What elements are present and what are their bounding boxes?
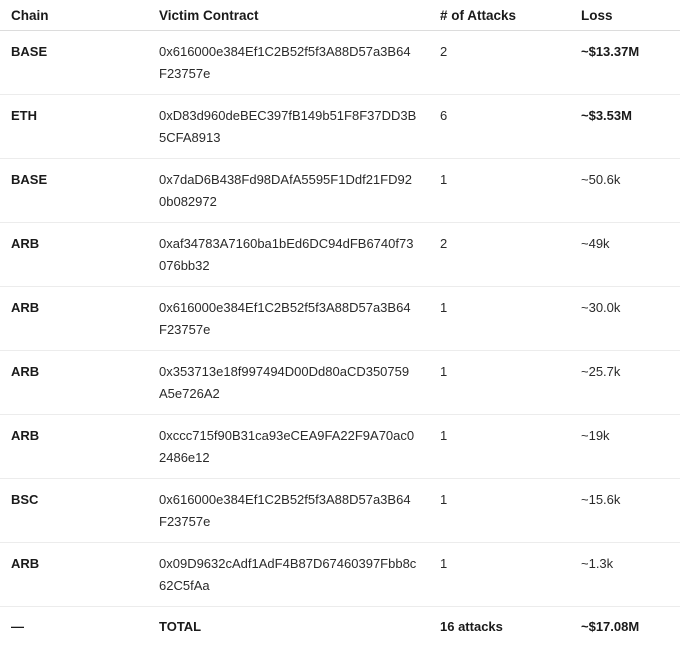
loss-cell: ~19k [570, 414, 680, 479]
header-row: Chain Victim Contract # of Attacks Loss [0, 0, 680, 31]
table-body: BASE 0x616000e384Ef1C2B52f5f3A88D57a3B64… [0, 30, 680, 648]
loss-cell: ~49k [570, 222, 680, 287]
chain-cell: BSC [0, 478, 148, 543]
header-attack-count: # of Attacks [429, 0, 570, 31]
loss-cell: ~30.0k [570, 286, 680, 351]
table-row: ARB 0x616000e384Ef1C2B52f5f3A88D57a3B64F… [0, 286, 680, 351]
total-row: — TOTAL 16 attacks ~$17.08M [0, 607, 680, 648]
chain-cell: ARB [0, 414, 148, 479]
attacks-table: Chain Victim Contract # of Attacks Loss … [0, 0, 680, 647]
contract-cell: 0xccc715f90B31ca93eCEA9FA22F9A70ac02486e… [148, 414, 429, 479]
attack-count-cell: 2 [429, 30, 570, 95]
contract-cell: 0x616000e384Ef1C2B52f5f3A88D57a3B64F2375… [148, 478, 429, 543]
attack-count-cell: 6 [429, 94, 570, 159]
chain-cell: BASE [0, 158, 148, 223]
loss-cell: ~$3.53M [570, 94, 680, 159]
table-row: BASE 0x7daD6B438Fd98DAfA5595F1Ddf21FD920… [0, 158, 680, 223]
contract-cell: 0x616000e384Ef1C2B52f5f3A88D57a3B64F2375… [148, 286, 429, 351]
total-loss-cell: ~$17.08M [581, 619, 640, 634]
attack-count-cell: 1 [429, 158, 570, 223]
contract-cell: 0xaf34783A7160ba1bEd6DC94dFB6740f73076bb… [148, 222, 429, 287]
table-row: BSC 0x616000e384Ef1C2B52f5f3A88D57a3B64F… [0, 478, 680, 543]
loss-cell: ~15.6k [570, 478, 680, 543]
table-row: ETH 0xD83d960deBEC397fB149b51F8F37DD3B5C… [0, 94, 680, 159]
attack-count-cell: 1 [429, 286, 570, 351]
contract-cell: 0x09D9632cAdf1AdF4B87D67460397Fbb8c62C5f… [148, 542, 429, 607]
chain-cell: ARB [0, 286, 148, 351]
chain-cell: ARB [0, 350, 148, 415]
loss-cell: ~1.3k [570, 542, 680, 607]
table-row: ARB 0x353713e18f997494D00Dd80aCD350759A5… [0, 350, 680, 415]
contract-cell: 0x616000e384Ef1C2B52f5f3A88D57a3B64F2375… [148, 30, 429, 95]
header-loss: Loss [570, 0, 680, 31]
loss-cell: ~50.6k [570, 158, 680, 223]
chain-cell: ETH [0, 94, 148, 159]
attack-count-cell: 1 [429, 414, 570, 479]
loss-cell: ~$13.37M [570, 30, 680, 95]
table-row: BASE 0x616000e384Ef1C2B52f5f3A88D57a3B64… [0, 30, 680, 95]
total-label-cell: TOTAL [159, 619, 202, 634]
attack-count-cell: 2 [429, 222, 570, 287]
attack-count-cell: 1 [429, 478, 570, 543]
attack-count-cell: 1 [429, 542, 570, 607]
contract-cell: 0x7daD6B438Fd98DAfA5595F1Ddf21FD920b0829… [148, 158, 429, 223]
total-attacks-cell: 16 attacks [440, 619, 503, 634]
contract-cell: 0xD83d960deBEC397fB149b51F8F37DD3B5CFA89… [148, 94, 429, 159]
attack-count-cell: 1 [429, 350, 570, 415]
header-victim-contract: Victim Contract [148, 0, 429, 31]
total-chain-cell: — [11, 619, 24, 634]
loss-cell: ~25.7k [570, 350, 680, 415]
chain-cell: ARB [0, 222, 148, 287]
chain-cell: BASE [0, 30, 148, 95]
table-header: Chain Victim Contract # of Attacks Loss [0, 0, 680, 31]
table-row: ARB 0xccc715f90B31ca93eCEA9FA22F9A70ac02… [0, 414, 680, 479]
header-chain: Chain [0, 0, 148, 31]
table-row: ARB 0x09D9632cAdf1AdF4B87D67460397Fbb8c6… [0, 542, 680, 607]
table-row: ARB 0xaf34783A7160ba1bEd6DC94dFB6740f730… [0, 222, 680, 287]
chain-cell: ARB [0, 542, 148, 607]
contract-cell: 0x353713e18f997494D00Dd80aCD350759A5e726… [148, 350, 429, 415]
